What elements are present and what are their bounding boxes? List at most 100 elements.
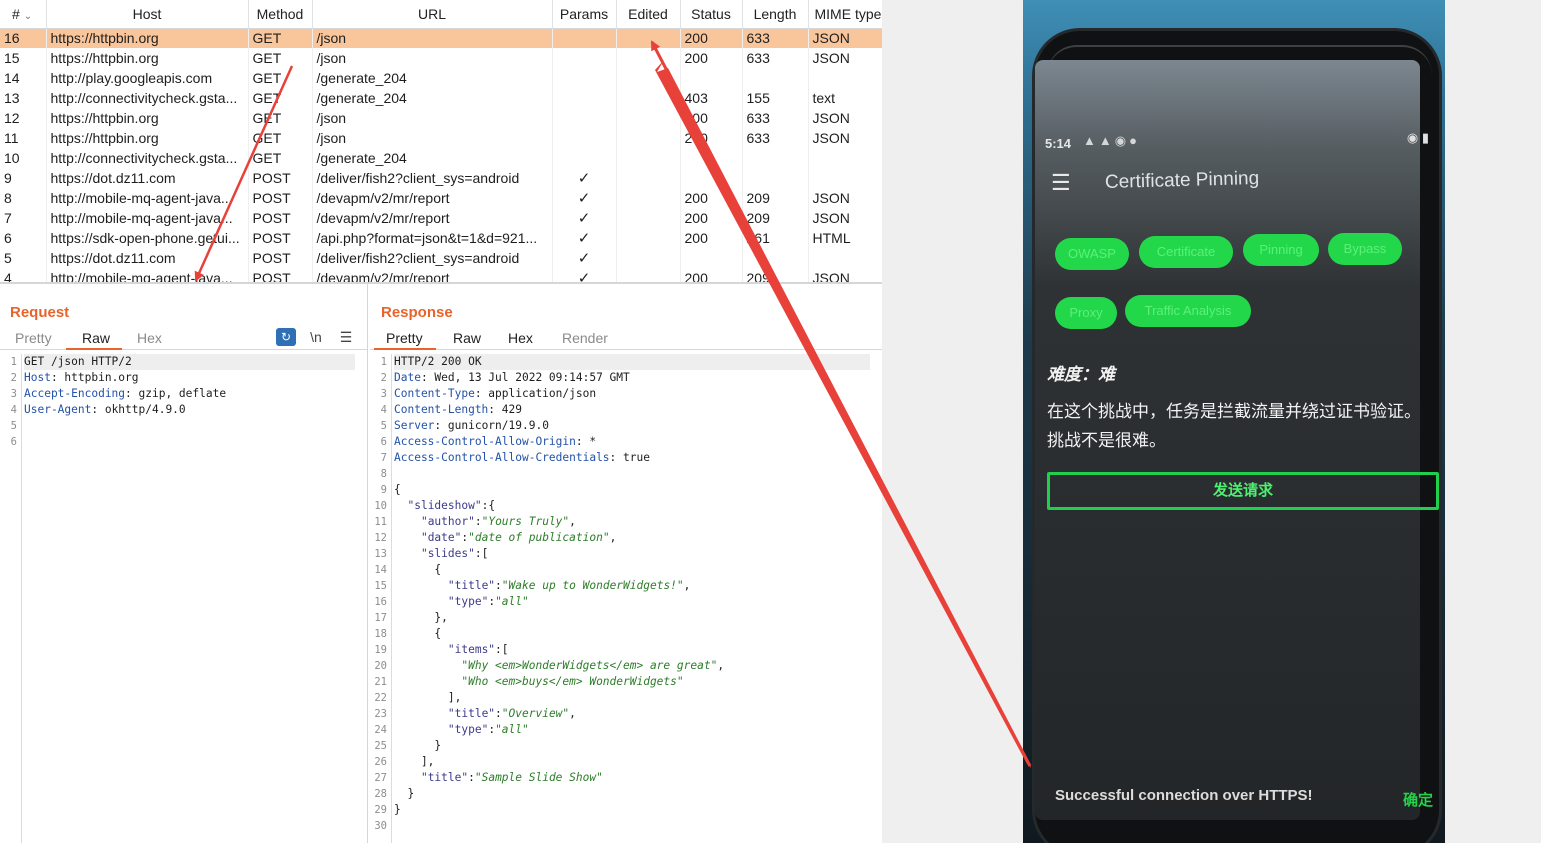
table-row[interactable]: 16 https://httpbin.org GET/json 200 633 JSON xyxy=(0,28,882,48)
cell-url: /generate_204 xyxy=(312,148,553,168)
table-row[interactable]: 12 https://httpbin.org GET/json 200 633 JSON xyxy=(0,108,882,128)
code-line: 22 ], xyxy=(370,690,882,706)
snackbar-message: Successful connection over HTTPS! xyxy=(1055,787,1313,804)
line-number: 15 xyxy=(374,580,387,592)
tag-proxy[interactable]: Proxy xyxy=(1055,297,1117,329)
line-number: 19 xyxy=(374,644,387,656)
table-row[interactable]: 7 http://mobile-mq-agent-java... POST/deva… xyxy=(0,208,882,228)
table-row[interactable]: 11 https://httpbin.org GET/json 200 633 JSON xyxy=(0,128,882,148)
chevron-down-icon[interactable]: ⌄ xyxy=(24,11,32,22)
request-pane: Request Pretty Raw Hex ↻ \n ☰ 1 GET /json… xyxy=(0,284,368,843)
column-header-status[interactable]: Status xyxy=(680,0,743,29)
code-line: 2 Host: httpbin.org xyxy=(0,370,367,386)
cell-host: http://play.googleapis.com xyxy=(46,68,249,88)
response-tab-render[interactable]: Render xyxy=(562,330,608,346)
cell-params xyxy=(552,88,617,108)
header-value: : gunicorn/19.9.0 xyxy=(434,419,549,432)
code-line: 7 Access-Control-Allow-Credentials: true xyxy=(370,450,882,466)
table-row[interactable]: 6 https://sdk-open-phone.getui... POST/api… xyxy=(0,228,882,248)
snackbar-confirm-button[interactable]: 确定 xyxy=(1403,789,1433,810)
send-request-button[interactable]: 发送请求 xyxy=(1047,472,1439,510)
battery-icon: ◉ ▮ xyxy=(1406,130,1429,145)
code-line: 29} xyxy=(370,802,882,818)
column-header-num[interactable]: # ⌄ xyxy=(0,0,47,29)
cell-method: GET xyxy=(248,28,313,48)
cell-num: 14 xyxy=(0,68,47,88)
json-key: "title" xyxy=(447,579,496,592)
column-header-url[interactable]: URL xyxy=(312,0,553,29)
code-line: 24 "type":"all" xyxy=(370,722,882,738)
table-row[interactable]: 4 http://mobile-mq-agent-java... POST/deva… xyxy=(0,268,882,282)
line-number: 29 xyxy=(374,804,387,816)
cell-status: 200 xyxy=(680,188,743,208)
response-tab-raw[interactable]: Raw xyxy=(453,330,481,346)
cell-params: ✓ xyxy=(552,208,617,228)
cell-params: ✓ xyxy=(552,188,617,208)
response-tab-pretty[interactable]: Pretty xyxy=(386,330,423,346)
tag-owasp[interactable]: OWASP xyxy=(1055,238,1129,270)
code-line: 4 User-Agent: okhttp/4.9.0 xyxy=(0,402,367,418)
request-tab-raw[interactable]: Raw xyxy=(82,330,110,346)
table-row[interactable]: 15 https://httpbin.org GET/json 200 633 JSON xyxy=(0,48,882,68)
line-text: ], xyxy=(394,754,434,770)
column-header-length[interactable]: Length xyxy=(742,0,809,29)
cell-host: https://dot.dz11.com xyxy=(46,168,249,188)
column-header-mime[interactable]: MIME type xyxy=(808,0,882,29)
tag-certificate[interactable]: Certificate xyxy=(1139,236,1233,268)
code-line: 26 ], xyxy=(370,754,882,770)
tag-traffic-analysis[interactable]: Traffic Analysis xyxy=(1125,295,1251,327)
line-text: "slideshow":{ xyxy=(394,498,495,514)
line-text: "type":"all" xyxy=(394,722,529,738)
column-header-host[interactable]: Host xyxy=(46,0,249,29)
response-editor[interactable]: 1 HTTP/2 200 OK 2 Date: Wed, 13 Jul 2022 09… xyxy=(370,354,882,843)
line-number: 22 xyxy=(374,692,387,704)
word-wrap-icon[interactable]: ↻ xyxy=(276,328,296,346)
code-line: 13 "slides":[ xyxy=(370,546,882,562)
cell-method: GET xyxy=(248,48,313,68)
table-row[interactable]: 13 http://connectivitycheck.gsta... GET/ge… xyxy=(0,88,882,108)
request-tab-hex[interactable]: Hex xyxy=(137,330,162,346)
json-punct: :{ xyxy=(481,499,496,512)
cell-url: /json xyxy=(312,28,553,48)
code-line: 12 "date":"date of publication", xyxy=(370,530,882,546)
cell-edited xyxy=(616,208,681,228)
column-header-params[interactable]: Params xyxy=(552,0,617,29)
code-line: 20 "Why <em>WonderWidgets</em> are great… xyxy=(370,658,882,674)
line-number: 18 xyxy=(374,628,387,640)
code-line: 2 Date: Wed, 13 Jul 2022 09:14:57 GMT xyxy=(370,370,882,386)
tag-pinning[interactable]: Pinning xyxy=(1243,234,1319,266)
cell-edited xyxy=(616,128,681,148)
cell-num: 9 xyxy=(0,168,47,188)
line-text: Server: gunicorn/19.9.0 xyxy=(394,418,549,434)
table-row[interactable]: 5 https://dot.dz11.com POST/deliver/fish2?… xyxy=(0,248,882,268)
json-key: "type" xyxy=(447,723,489,736)
cell-num: 4 xyxy=(0,268,47,282)
header-name: Host xyxy=(24,371,51,384)
cell-status: 200 xyxy=(680,228,743,248)
table-row[interactable]: 14 http://play.googleapis.com GET/generate… xyxy=(0,68,882,88)
hamburger-menu-icon[interactable]: ☰ xyxy=(336,328,356,346)
table-row[interactable]: 10 http://connectivitycheck.gsta... GET/ge… xyxy=(0,148,882,168)
cell-length: 209 xyxy=(742,268,809,282)
json-punct: :[ xyxy=(495,643,509,656)
response-tab-hex[interactable]: Hex xyxy=(508,330,533,346)
request-editor[interactable]: 1 GET /json HTTP/2 2 Host: httpbin.org 3 Acce… xyxy=(0,354,367,843)
cell-mime xyxy=(808,68,882,88)
newline-toggle-button[interactable]: \n xyxy=(306,328,326,346)
column-header-edited[interactable]: Edited xyxy=(616,0,681,29)
column-header-method[interactable]: Method xyxy=(248,0,313,29)
tag-bypass[interactable]: Bypass xyxy=(1328,233,1402,265)
cell-length xyxy=(742,68,809,88)
table-row[interactable]: 9 https://dot.dz11.com POST/deliver/fish2?… xyxy=(0,168,882,188)
header-name: User-Agent xyxy=(24,403,92,416)
cell-length: 155 xyxy=(742,88,809,108)
hamburger-menu-icon[interactable]: ☰ xyxy=(1051,170,1071,196)
code-line: 27 "title":"Sample Slide Show" xyxy=(370,770,882,786)
request-tab-pretty[interactable]: Pretty xyxy=(15,330,52,346)
line-number: 30 xyxy=(374,820,387,832)
table-row[interactable]: 8 http://mobile-mq-agent-java... POST/deva… xyxy=(0,188,882,208)
